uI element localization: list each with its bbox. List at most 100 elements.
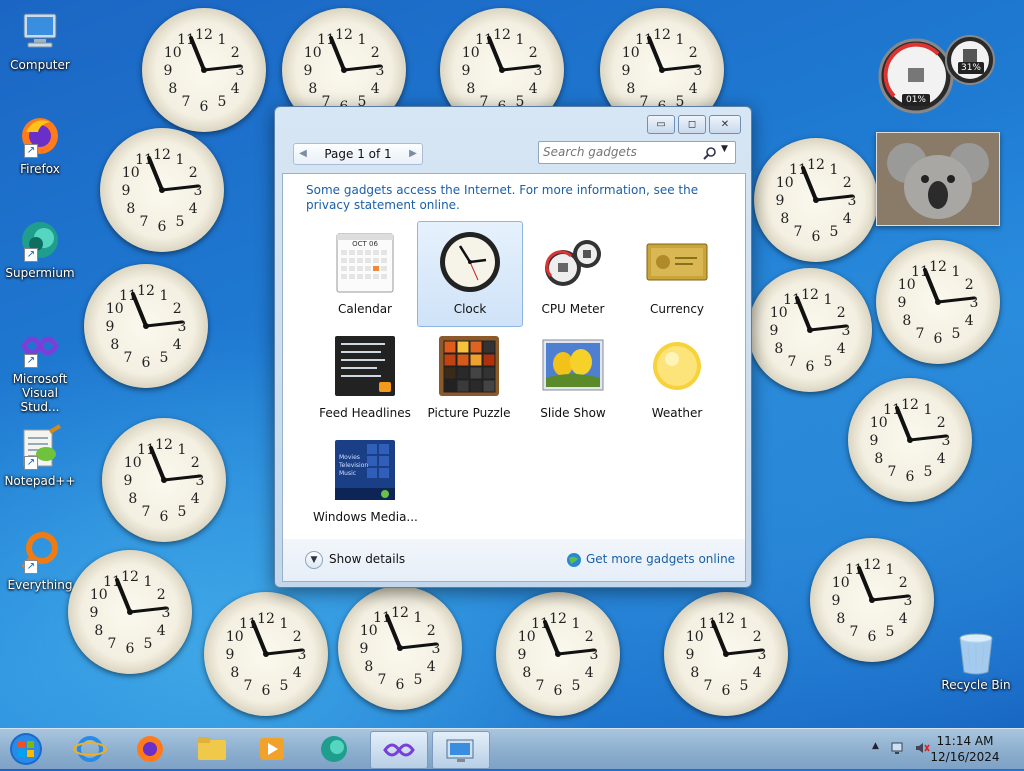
start-button[interactable] (6, 731, 46, 767)
clock-gadget[interactable]: 121234567891011 (748, 268, 872, 392)
svg-text:2: 2 (189, 165, 198, 181)
gadget-cpu-meter[interactable]: CPU Meter (521, 222, 625, 326)
svg-text:5: 5 (178, 504, 187, 520)
privacy-notice-link[interactable]: Some gadgets access the Internet. For mo… (306, 183, 716, 213)
search-icon[interactable] (703, 146, 717, 160)
svg-text:9: 9 (776, 193, 785, 209)
svg-text:2: 2 (427, 623, 436, 639)
gadget-slide-show[interactable]: Slide Show (521, 326, 625, 430)
gadgets-icon (446, 739, 474, 762)
close-button[interactable]: ✕ (709, 115, 741, 134)
gadget-list-panel: Some gadgets access the Internet. For mo… (282, 173, 746, 540)
desktop-icon-computer[interactable]: Computer (4, 8, 76, 72)
shortcut-arrow-icon: ↗ (24, 560, 38, 574)
svg-text:12: 12 (929, 259, 947, 275)
desktop-icon-firefox[interactable]: ↗ Firefox (4, 112, 76, 176)
globe-icon (567, 553, 581, 567)
gadget-windows-media[interactable]: Movies Television Music Windows Media... (313, 430, 418, 534)
clock-gadget[interactable]: 121234567891011 (142, 8, 266, 132)
volume-muted-icon[interactable] (914, 740, 930, 756)
prev-page-icon[interactable]: ◀ (296, 146, 310, 162)
clock-gadget[interactable]: 121234567891011 (100, 128, 224, 252)
clock-gadget[interactable]: 121234567891011 (102, 418, 226, 542)
svg-text:9: 9 (622, 63, 631, 79)
svg-text:5: 5 (886, 624, 895, 640)
taskbar-gadgets[interactable] (432, 731, 490, 769)
next-page-icon[interactable]: ▶ (406, 146, 420, 162)
clock-face-icon: 121234567891011 (122, 147, 203, 235)
memory-percent: 31% (958, 62, 984, 74)
svg-text:12: 12 (335, 27, 353, 43)
svg-text:12: 12 (717, 611, 735, 627)
cpu-meter-gadget[interactable]: 01% 31% (874, 34, 1000, 114)
desktop-icon-visual-studio[interactable]: ↗ Microsoft Visual Stud... (4, 322, 76, 414)
svg-text:5: 5 (160, 350, 169, 366)
gadget-calendar[interactable]: OCT 06 Calendar (313, 222, 417, 326)
gadget-currency[interactable]: Currency (625, 222, 729, 326)
svg-text:9: 9 (870, 433, 879, 449)
svg-text:2: 2 (529, 45, 538, 61)
clock-gadget[interactable]: 121234567891011 (810, 538, 934, 662)
firefox-icon (137, 736, 163, 762)
gadget-feed-headlines[interactable]: Feed Headlines (313, 326, 417, 430)
gadget-gallery-window: ▭ ◻ ✕ ◀ Page 1 of 1 ▶ ▼ Some gadgets acc… (274, 106, 752, 588)
svg-text:4: 4 (965, 313, 974, 329)
taskbar-visual-studio[interactable] (370, 731, 428, 769)
svg-text:8: 8 (364, 659, 373, 675)
everything-icon: ↗ (16, 528, 64, 576)
clock-gadget[interactable]: 121234567891011 (496, 592, 620, 716)
clock-gadget[interactable]: 121234567891011 (848, 378, 972, 502)
svg-text:5: 5 (740, 678, 749, 694)
page-indicator: Page 1 of 1 (324, 147, 392, 161)
svg-text:1: 1 (886, 562, 895, 578)
clock-gadget[interactable]: 121234567891011 (204, 592, 328, 716)
minimize-button[interactable]: ▭ (647, 115, 675, 134)
svg-text:6: 6 (142, 355, 151, 371)
gadget-clock[interactable]: Clock (417, 221, 523, 327)
desktop-icon-notepadpp[interactable]: ↗ Notepad++ (4, 424, 76, 488)
svg-text:4: 4 (427, 659, 436, 675)
clock-gadget[interactable]: 121234567891011 (664, 592, 788, 716)
maximize-button[interactable]: ◻ (678, 115, 706, 134)
clock-face-icon: 121234567891011 (106, 283, 187, 371)
clock-gadget[interactable]: 121234567891011 (754, 138, 878, 262)
gadget-label: Windows Media... (313, 510, 418, 524)
clock-gadget[interactable]: 121234567891011 (338, 586, 462, 710)
cpu-percent: 01% (902, 94, 930, 106)
svg-text:9: 9 (360, 641, 369, 657)
desktop-icon-supermium[interactable]: ↗ Supermium (4, 216, 76, 280)
clock-gadget[interactable]: 121234567891011 (876, 240, 1000, 364)
show-details-button[interactable]: Show details (329, 552, 405, 566)
clock-gadget[interactable]: 121234567891011 (68, 550, 192, 674)
desktop-icon-label: Computer (10, 58, 70, 72)
svg-text:9: 9 (106, 319, 115, 335)
svg-text:9: 9 (164, 63, 173, 79)
gadget-label: Currency (649, 302, 705, 316)
network-icon[interactable] (890, 740, 906, 756)
svg-text:12: 12 (801, 287, 819, 303)
taskbar-file-explorer[interactable] (184, 731, 240, 767)
svg-text:9: 9 (124, 473, 133, 489)
taskbar-internet-explorer[interactable] (62, 731, 118, 767)
show-hidden-icons-icon[interactable]: ▲ (872, 741, 879, 751)
clock-gadget[interactable]: 121234567891011 (84, 264, 208, 388)
recycle-bin-icon (956, 630, 996, 676)
svg-text:7: 7 (888, 464, 897, 480)
get-more-gadgets-link[interactable]: Get more gadgets online (586, 552, 735, 566)
taskbar-firefox[interactable] (122, 731, 178, 767)
gadget-picture-puzzle[interactable]: Picture Puzzle (417, 326, 521, 430)
search-options-chevron-icon[interactable]: ▼ (721, 144, 728, 154)
svg-text:6: 6 (806, 359, 815, 375)
gadget-weather[interactable]: Weather (625, 326, 729, 430)
taskbar-media-player[interactable] (244, 731, 300, 767)
system-clock[interactable]: 11:14 AM 12/16/2024 (930, 733, 1000, 765)
expand-chevron-icon[interactable]: ▼ (305, 551, 323, 569)
desktop-icon-recycle-bin[interactable]: Recycle Bin (940, 630, 1012, 692)
svg-text:5: 5 (414, 672, 423, 688)
slideshow-gadget[interactable] (876, 132, 1000, 226)
search-input[interactable] (543, 144, 693, 160)
gadget-label: CPU Meter (541, 302, 605, 316)
desktop-icon-everything[interactable]: ↗ Everything (4, 528, 76, 592)
svg-text:2: 2 (157, 587, 166, 603)
taskbar-supermium[interactable] (306, 731, 362, 767)
